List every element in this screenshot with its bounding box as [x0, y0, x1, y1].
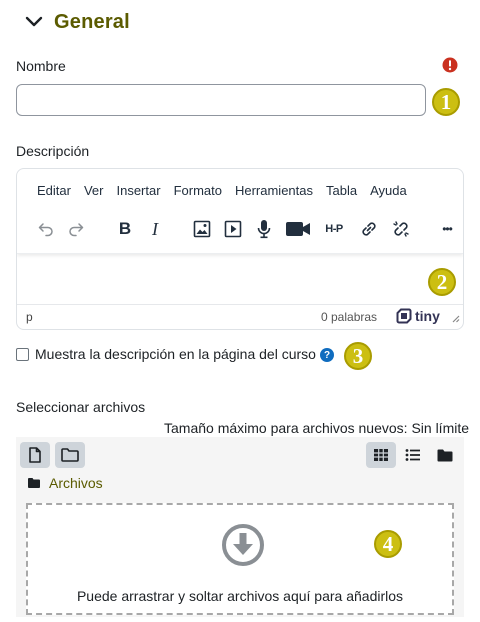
redo-icon[interactable] [65, 215, 87, 243]
more-icon[interactable]: ••• [435, 215, 459, 243]
show-description-label[interactable]: Muestra la descripción en la página del … [35, 346, 316, 362]
callout-badge-4: 4 [374, 530, 402, 558]
max-file-size: Tamaño máximo para archivos nuevos: Sin … [164, 420, 470, 436]
folder-view-icon [437, 449, 453, 461]
menu-ver[interactable]: Ver [84, 183, 104, 198]
menu-ayuda[interactable]: Ayuda [370, 183, 407, 198]
description-label: Descripción [16, 143, 90, 159]
view-list-button[interactable] [398, 442, 428, 468]
file-icon [29, 447, 41, 463]
callout-badge-2: 2 [428, 268, 456, 296]
select-files-label: Seleccionar archivos [16, 399, 146, 415]
tiny-brand-text: tiny [415, 308, 440, 324]
tiny-logo[interactable]: tiny [396, 308, 440, 324]
image-icon[interactable] [190, 215, 214, 243]
callout-badge-1: 1 [432, 88, 460, 116]
element-path[interactable]: p [26, 310, 33, 324]
breadcrumb-archivos[interactable]: Archivos [49, 475, 103, 491]
menu-formato[interactable]: Formato [174, 183, 222, 198]
bold-icon[interactable]: B [115, 215, 135, 243]
grid-view-icon [374, 449, 388, 461]
media-icon[interactable] [221, 215, 245, 243]
create-folder-button[interactable] [55, 442, 85, 468]
download-arrow-icon [222, 524, 264, 566]
view-tree-button[interactable] [430, 442, 460, 468]
menu-insertar[interactable]: Insertar [116, 183, 160, 198]
editor-toolbar: B I H-P ••• [35, 215, 455, 243]
word-count[interactable]: 0 palabras [321, 310, 377, 324]
record-video-icon[interactable] [283, 215, 313, 243]
view-grid-button[interactable] [366, 442, 396, 468]
italic-icon[interactable]: I [145, 215, 165, 243]
record-audio-icon[interactable] [253, 215, 275, 243]
folder-icon [28, 478, 40, 488]
chevron-down-icon [25, 16, 43, 27]
menu-herramientas[interactable]: Herramientas [235, 183, 313, 198]
callout-badge-3: 3 [344, 342, 372, 370]
description-editor: Editar Ver Insertar Formato Herramientas… [16, 168, 464, 330]
editor-content-area[interactable] [17, 255, 463, 307]
unlink-icon[interactable] [389, 215, 413, 243]
editor-header: Editar Ver Insertar Formato Herramientas… [17, 169, 463, 254]
resize-handle-icon[interactable] [450, 313, 460, 323]
section-title: General [54, 10, 130, 33]
file-dropzone[interactable]: Puede arrastrar y soltar archivos aquí p… [26, 503, 454, 615]
menu-editar[interactable]: Editar [37, 183, 71, 198]
breadcrumb: Archivos [28, 475, 103, 491]
add-file-button[interactable] [20, 442, 50, 468]
link-icon[interactable] [357, 215, 381, 243]
undo-icon[interactable] [35, 215, 57, 243]
section-toggle[interactable]: General [22, 10, 130, 34]
name-label: Nombre [16, 58, 66, 74]
exclamation-circle-icon [442, 57, 458, 73]
editor-menubar: Editar Ver Insertar Formato Herramientas… [37, 183, 420, 198]
show-description-checkbox[interactable] [16, 348, 29, 361]
folder-outline-icon [61, 448, 79, 462]
h5p-icon[interactable]: H-P [319, 215, 349, 243]
menu-tabla[interactable]: Tabla [326, 183, 357, 198]
editor-statusbar: p 0 palabras tiny [17, 304, 463, 329]
help-icon[interactable]: ? [320, 348, 334, 362]
drop-hint-text: Puede arrastrar y soltar archivos aquí p… [76, 588, 404, 604]
tiny-brand-icon [396, 308, 412, 324]
file-picker: Archivos Puede arrastrar y soltar archiv… [16, 437, 464, 617]
list-view-icon [405, 449, 420, 461]
name-input[interactable] [16, 84, 426, 116]
